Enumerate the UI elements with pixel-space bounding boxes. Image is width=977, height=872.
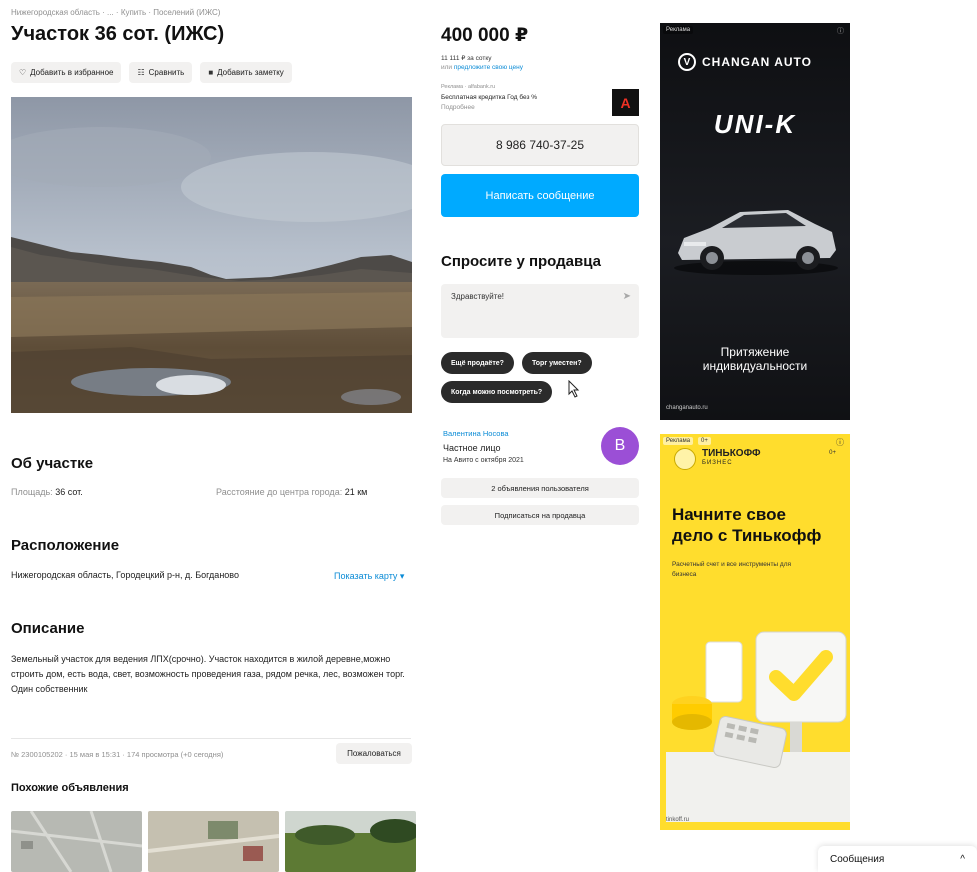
heart-icon: ♡ [19, 68, 27, 77]
add-note-label: Добавить заметку [217, 68, 284, 77]
seller-listings-button[interactable]: 2 объявления пользователя [441, 478, 639, 498]
info-icon[interactable]: ⓘ [837, 26, 844, 36]
offer-price-row: или предложите свою цену [441, 64, 523, 71]
price-per-sotka: 11 111 ₽ за сотку [441, 55, 492, 62]
compare-label: Сравнить [148, 68, 185, 77]
age-badge: 0+ [698, 437, 711, 445]
landscape-photo [11, 97, 412, 413]
similar-listings [11, 811, 416, 872]
listing-meta: № 2300105202 · 15 мая в 15:31 · 174 прос… [11, 750, 224, 759]
mouse-pointer-icon [568, 380, 580, 398]
quick-questions: Ещё продаёте? Торг уместен? [441, 352, 592, 374]
chevron-up-icon[interactable]: ^ [960, 854, 965, 865]
credit-ad-more[interactable]: Подробнее [441, 104, 475, 111]
compare-icon: ☷ [137, 68, 145, 77]
listing-photo[interactable] [11, 97, 412, 413]
chip-when-view[interactable]: Когда можно посмотреть? [441, 381, 553, 403]
distance-value: 21 км [344, 487, 368, 497]
address: Нижегородская область, Городецкий р-н, д… [11, 570, 239, 580]
area-value: 36 сот. [55, 487, 83, 497]
similar-heading: Похожие объявления [11, 782, 129, 794]
tinkoff-brand: ТИНЬКОФФ [702, 448, 761, 459]
distance-row: Расстояние до центра города: 21 км [216, 487, 367, 497]
chip-bargain[interactable]: Торг уместен? [521, 352, 592, 374]
area-row: Площадь: 36 сот. [11, 487, 83, 497]
offer-price-link[interactable]: предложите свою цену [454, 64, 523, 71]
distance-label: Расстояние до центра города: [216, 487, 343, 497]
show-phone-button[interactable]: 8 986 740-37-25 [441, 124, 639, 166]
area-label: Площадь: [11, 487, 53, 497]
map-thumbnail [11, 811, 142, 872]
description-heading: Описание [11, 620, 85, 637]
car-icon [674, 210, 838, 275]
changan-brand: V CHANGAN AUTO [678, 53, 812, 71]
tinkoff-ad-banner[interactable]: Реклама 0+ ⓘ 0+ ТИНЬКОФФ БИЗНЕС Начните … [660, 434, 850, 830]
seller-since: На Авито с октября 2021 [443, 457, 524, 464]
send-icon[interactable]: ➤ [623, 291, 631, 302]
seller-name[interactable]: Валентина Носова [443, 429, 509, 438]
tinkoff-site[interactable]: tinkoff.ru [666, 817, 689, 823]
seller-type: Частное лицо [443, 443, 501, 453]
tinkoff-sub: Расчетный счет и все инструменты для биз… [672, 561, 792, 578]
complain-button[interactable]: Пожаловаться [336, 743, 412, 764]
satellite-thumbnail [148, 811, 279, 872]
about-heading: Об участке [11, 455, 94, 472]
credit-ad-label: Реклама · alfabank.ru [441, 84, 496, 90]
credit-ad-text[interactable]: Бесплатная кредитка Год без % [441, 94, 537, 101]
tinkoff-headline-line1: Начните свое [672, 505, 786, 524]
location-heading: Расположение [11, 537, 120, 554]
add-to-favorites-button[interactable]: ♡ Добавить в избранное [11, 62, 122, 83]
avatar[interactable]: В [601, 427, 639, 465]
tinkoff-headline-line2: дело с Тинькофф [672, 526, 822, 545]
changan-slogan-line2: индивидуальности [702, 359, 808, 373]
offer-prefix: или [441, 64, 453, 71]
note-icon: ■ [208, 68, 214, 77]
changan-slogan-line1: Притяжение [720, 345, 790, 359]
add-to-favorites-label: Добавить в избранное [30, 68, 114, 77]
price: 400 000 ₽ [441, 25, 529, 46]
page-title: Участок 36 сот. (ИЖС) [11, 23, 225, 45]
changan-ad-banner[interactable]: Реклама ⓘ V CHANGAN AUTO UNI-K Притяжени… [660, 23, 850, 420]
show-map-link[interactable]: Показать карту ▾ [334, 571, 404, 582]
similar-thumb[interactable] [11, 811, 142, 872]
changan-logo-icon: V [678, 53, 696, 71]
messages-label: Сообщения [830, 853, 885, 865]
ask-seller-input[interactable]: Здравствуйте! ➤ [441, 284, 639, 338]
info-icon[interactable]: ⓘ [836, 437, 844, 448]
changan-site[interactable]: changanauto.ru [666, 405, 708, 411]
changan-brand-name: CHANGAN AUTO [702, 55, 812, 69]
tinkoff-headline: Начните свое дело с Тинькофф [672, 504, 821, 546]
field-thumbnail [285, 811, 416, 872]
breadcrumb[interactable]: Нижегородская область · ... · Купить · П… [11, 8, 220, 17]
messages-widget[interactable]: Сообщения ^ [818, 846, 977, 872]
alfa-bank-logo[interactable]: А [612, 89, 639, 116]
changan-model: UNI-K [713, 109, 797, 139]
description-text: Земельный участок для ведения ЛПХ(срочно… [11, 654, 405, 694]
chip-still-selling[interactable]: Ещё продаёте? [441, 352, 514, 374]
similar-thumb[interactable] [285, 811, 416, 872]
ask-seller-heading: Спросите у продавца [441, 253, 601, 270]
write-message-button[interactable]: Написать сообщение [441, 174, 639, 217]
tinkoff-shield-icon [674, 448, 696, 470]
compare-button[interactable]: ☷ Сравнить [129, 62, 193, 83]
subscribe-seller-button[interactable]: Подписаться на продавца [441, 505, 639, 525]
add-note-button[interactable]: ■ Добавить заметку [200, 62, 292, 83]
ad-label: Реклама [663, 437, 694, 445]
terminal-illustration-icon [666, 631, 850, 822]
similar-thumb[interactable] [148, 811, 279, 872]
changan-slogan: Притяжение индивидуальности [660, 345, 850, 373]
corner-age: 0+ [829, 450, 836, 456]
listing-actions: ♡ Добавить в избранное ☷ Сравнить ■ Доба… [11, 62, 292, 83]
tinkoff-brand-sub: БИЗНЕС [702, 460, 733, 466]
divider [11, 738, 411, 739]
ask-seller-text: Здравствуйте! [451, 292, 505, 301]
ad-label: Реклама [663, 26, 694, 34]
